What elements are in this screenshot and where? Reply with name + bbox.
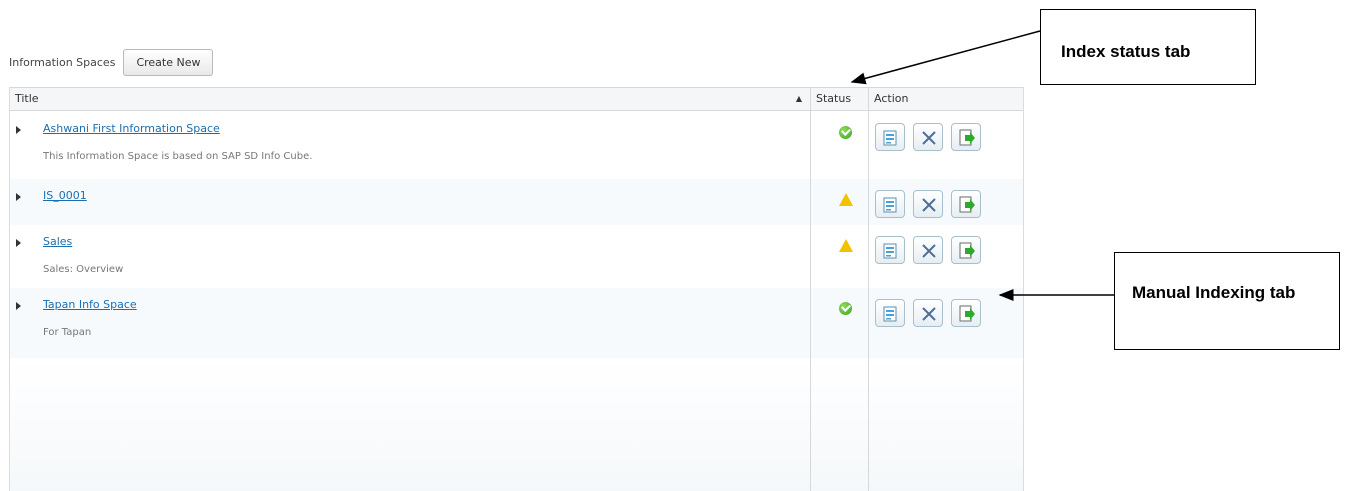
annotation-arrows xyxy=(850,30,1114,301)
index-status-arrow xyxy=(850,30,1041,85)
